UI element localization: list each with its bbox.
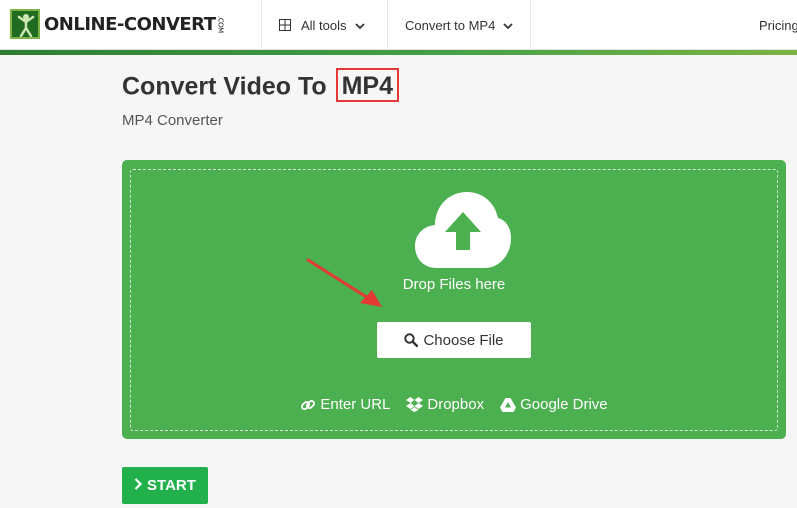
nav-convert-to-label: Convert to MP4 <box>405 17 496 33</box>
grid-icon <box>279 19 291 31</box>
chevron-down-icon <box>354 18 365 33</box>
chevron-down-icon <box>503 18 513 33</box>
red-arrow-annotation <box>306 258 386 315</box>
logo-figure-icon <box>10 9 40 39</box>
file-dropzone[interactable]: Drop Files here Choose File Enter URL Dr… <box>122 160 786 439</box>
enter-url-label: Enter URL <box>320 396 391 413</box>
logo-wordmark: ONLINE-CONVERT.COM <box>44 14 225 35</box>
header-accent-bar <box>0 50 797 55</box>
google-drive-label: Google Drive <box>520 396 608 413</box>
nav-pricing[interactable]: Pricing <box>759 0 797 50</box>
dropbox-icon <box>406 397 424 412</box>
choose-file-button[interactable]: Choose File <box>377 322 531 358</box>
start-button[interactable]: START <box>122 467 208 504</box>
nav-all-tools[interactable]: All tools <box>279 0 365 50</box>
nav-divider <box>261 0 262 50</box>
enter-url-link[interactable]: Enter URL <box>300 396 390 413</box>
logo-text: ONLINE-CONVERT <box>44 13 216 35</box>
start-label: START <box>147 477 196 494</box>
logo-suffix: .COM <box>216 16 225 33</box>
site-logo[interactable]: ONLINE-CONVERT.COM <box>10 8 225 40</box>
page-title-format-highlight: MP4 <box>335 68 400 102</box>
nav-pricing-label: Pricing <box>759 17 797 33</box>
choose-file-label: Choose File <box>423 331 504 349</box>
page-subtitle: MP4 Converter <box>122 112 223 129</box>
nav-convert-to[interactable]: Convert to MP4 <box>405 0 513 50</box>
link-icon <box>300 397 316 413</box>
page-title: Convert Video To MP4 <box>122 68 400 105</box>
nav-divider <box>387 0 388 50</box>
upload-sources: Enter URL Dropbox Google Drive <box>131 396 777 413</box>
nav-divider <box>530 0 531 50</box>
google-drive-icon <box>500 397 517 412</box>
dropbox-label: Dropbox <box>427 396 485 413</box>
drop-files-text: Drop Files here <box>402 276 506 293</box>
page-title-prefix: Convert Video To <box>122 72 327 101</box>
cloud-upload-icon <box>415 188 511 277</box>
google-drive-link[interactable]: Google Drive <box>500 396 608 413</box>
top-navigation-bar: ONLINE-CONVERT.COM All tools Convert to … <box>0 0 797 50</box>
dropzone-dashed-area[interactable]: Drop Files here Choose File Enter URL Dr… <box>130 169 778 431</box>
search-icon <box>404 333 419 347</box>
nav-all-tools-label: All tools <box>301 17 347 33</box>
chevron-right-icon <box>134 477 143 494</box>
dropbox-link[interactable]: Dropbox <box>406 396 484 413</box>
